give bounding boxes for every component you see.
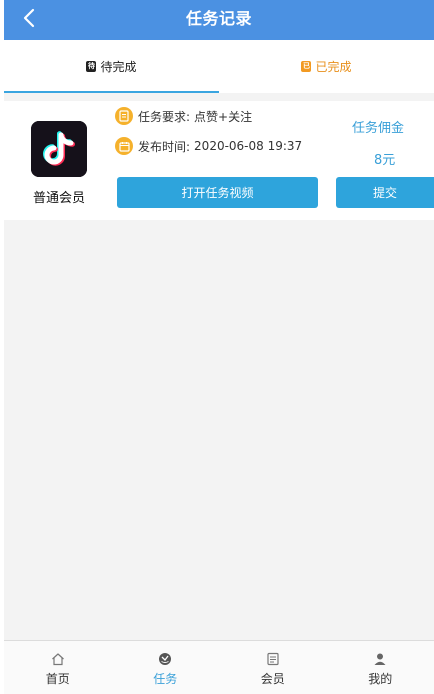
- tab-pending-label: 待完成: [100, 60, 137, 74]
- tab-pending[interactable]: 待 待完成: [4, 40, 219, 93]
- requirement-label: 任务要求:: [138, 109, 191, 124]
- pending-icon: 待: [86, 61, 97, 72]
- commission-amount: 8元: [374, 153, 396, 168]
- nav-item-home[interactable]: 首页: [4, 641, 112, 694]
- nav-label-tasks: 任务: [153, 672, 178, 686]
- document-icon: [115, 107, 133, 125]
- calendar-icon: [115, 137, 133, 155]
- commission-label: 任务佣金: [352, 121, 405, 136]
- publish-time-label: 发布时间:: [138, 139, 191, 154]
- open-task-video-button[interactable]: 打开任务视频: [117, 177, 318, 208]
- page-title: 任务记录: [185, 9, 252, 28]
- tiktok-logo: [31, 121, 87, 177]
- tab-completed[interactable]: 已 已完成: [219, 40, 434, 93]
- task-card: 普通会员 任务要求: 点赞+关注 发布时间: 2020-06-08 19:37 …: [4, 101, 434, 220]
- home-icon: [51, 652, 65, 666]
- top-header: 任务记录: [4, 0, 434, 40]
- publish-time-value: 2020-06-08 19:37: [194, 139, 303, 153]
- publish-time-row: 发布时间: 2020-06-08 19:37: [115, 136, 302, 156]
- nav-item-tasks[interactable]: 任务: [112, 641, 220, 694]
- nav-label-home: 首页: [45, 672, 70, 686]
- nav-label-mine: 我的: [368, 672, 393, 686]
- active-tab-indicator: [4, 91, 219, 93]
- bottom-navigation: 首页 任务 会员 我的: [4, 640, 434, 694]
- requirement-value: 点赞+关注: [194, 109, 253, 124]
- task-requirement-row: 任务要求: 点赞+关注: [115, 106, 252, 126]
- member-level-label: 普通会员: [32, 191, 85, 206]
- tab-completed-label: 已完成: [315, 60, 352, 74]
- member-card-icon: [266, 652, 280, 666]
- task-icon: [158, 652, 172, 666]
- nav-label-member: 会员: [260, 672, 285, 686]
- done-icon: 已: [301, 61, 312, 72]
- submit-button[interactable]: 提交: [336, 177, 434, 208]
- app-screen: 任务记录 待 待完成 已 已完成 普通会员 任务要求: 点赞+关注 发布时间: …: [0, 0, 434, 694]
- nav-item-member[interactable]: 会员: [219, 641, 327, 694]
- status-tabs: 待 待完成 已 已完成: [4, 40, 434, 93]
- user-icon: [373, 652, 387, 666]
- nav-item-mine[interactable]: 我的: [327, 641, 434, 694]
